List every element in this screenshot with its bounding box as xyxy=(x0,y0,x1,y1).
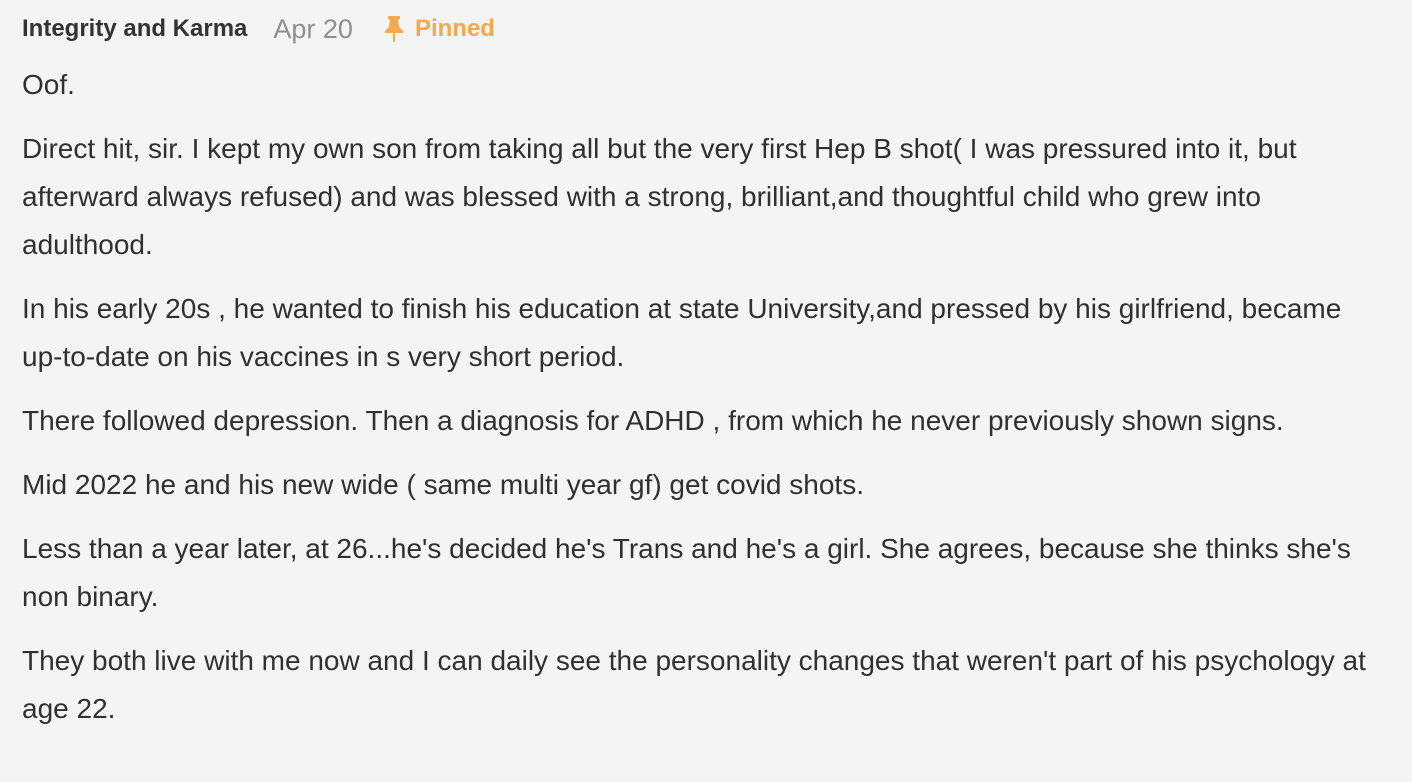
comment-paragraph-4: There followed depression. Then a diagno… xyxy=(22,405,1284,436)
pinned-label: Pinned xyxy=(414,15,495,42)
comment-body: Oof. Direct hit, sir. I kept my own son … xyxy=(22,61,1378,733)
comment-paragraph-6: Less than a year later, at 26...he's dec… xyxy=(22,533,1351,612)
comment-paragraph-7: They both live with me now and I can dai… xyxy=(22,645,1366,724)
comment-paragraph-3: In his early 20s , he wanted to finish h… xyxy=(22,293,1342,372)
pinned-badge: Pinned xyxy=(383,14,495,44)
comment-header: Integrity and Karma Apr 20 Pinned xyxy=(22,10,1378,48)
pin-icon xyxy=(383,14,405,44)
comment-paragraph-1: Oof. xyxy=(22,69,75,100)
comment-paragraph-5: Mid 2022 he and his new wide ( same mult… xyxy=(22,469,864,500)
comment-author-link[interactable]: Integrity and Karma xyxy=(22,15,247,43)
comment-date-link[interactable]: Apr 20 xyxy=(273,14,353,45)
comment: Integrity and Karma Apr 20 Pinned Oof. D… xyxy=(0,0,1412,782)
comment-paragraph-2: Direct hit, sir. I kept my own son from … xyxy=(22,133,1297,260)
